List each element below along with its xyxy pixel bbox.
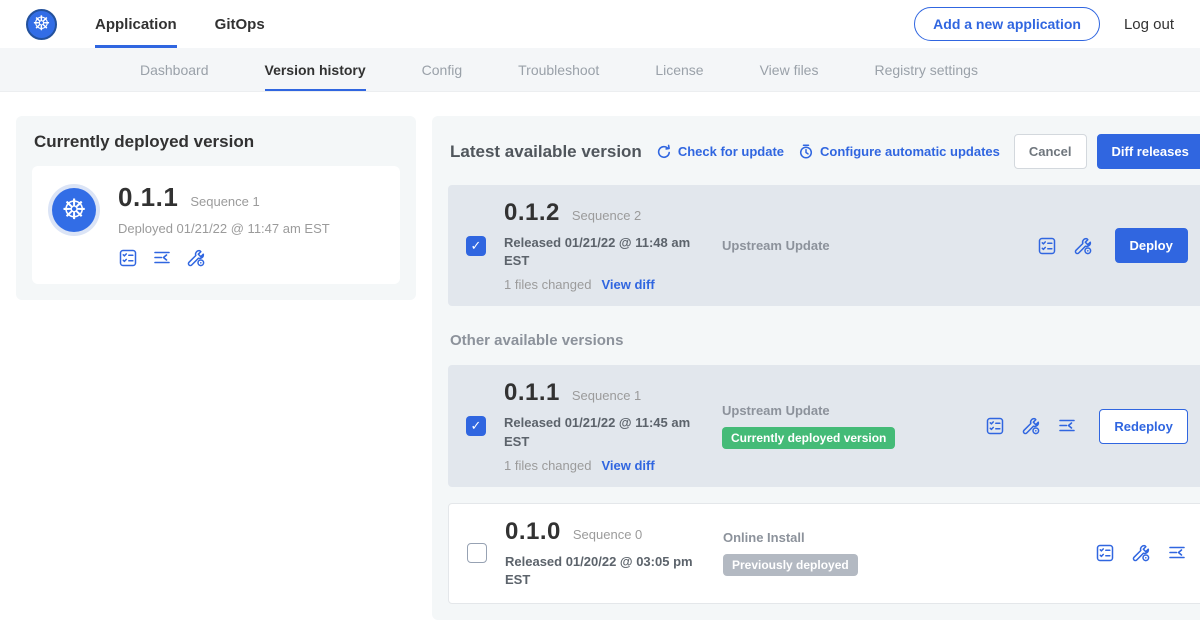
add-new-application-button[interactable]: Add a new application: [914, 7, 1100, 41]
view-diff-link[interactable]: View diff: [601, 277, 654, 292]
version-source: Upstream Update: [722, 238, 940, 253]
config-icon[interactable]: [1131, 543, 1151, 563]
release-notes-icon[interactable]: [1095, 543, 1115, 563]
top-tab-application[interactable]: Application: [95, 0, 177, 48]
previously-deployed-badge: Previously deployed: [723, 554, 858, 576]
version-info: 0.1.2 Sequence 2 Released 01/21/22 @ 11:…: [504, 199, 722, 292]
version-number: 0.1.1: [504, 379, 560, 407]
deployed-version-tile: 0.1.1 Sequence 1 Deployed 01/21/22 @ 11:…: [32, 166, 400, 284]
deployed-version-details: 0.1.1 Sequence 1 Deployed 01/21/22 @ 11:…: [118, 182, 330, 268]
release-notes-icon[interactable]: [118, 248, 138, 268]
version-info: 0.1.0 Sequence 0 Released 01/20/22 @ 03:…: [505, 518, 723, 589]
released-timestamp: Released 01/21/22 @ 11:45 am EST: [504, 414, 704, 450]
refresh-icon: [656, 144, 672, 160]
release-notes-icon[interactable]: [985, 416, 1005, 436]
config-icon[interactable]: [186, 248, 206, 268]
deployed-sequence-label: Sequence 1: [190, 194, 259, 209]
tab-version-history[interactable]: Version history: [265, 48, 366, 91]
logs-icon[interactable]: [1167, 543, 1187, 563]
version-select-checkbox[interactable]: [466, 416, 486, 436]
files-changed-label: 1 files changed: [504, 458, 591, 473]
currently-deployed-badge: Currently deployed version: [722, 427, 895, 449]
deployed-version-number: 0.1.1: [118, 182, 178, 213]
configure-automatic-updates-label: Configure automatic updates: [820, 144, 1000, 159]
tab-registry-settings[interactable]: Registry settings: [874, 48, 977, 91]
app-logo-icon: [52, 188, 96, 232]
sequence-label: Sequence 0: [573, 527, 642, 542]
release-notes-icon[interactable]: [1037, 236, 1057, 256]
version-actions: Deploy: [1037, 228, 1188, 263]
source-label: Upstream Update: [722, 403, 940, 418]
logout-link[interactable]: Log out: [1124, 16, 1174, 33]
cancel-button[interactable]: Cancel: [1014, 134, 1087, 169]
version-source: Online Install Previously deployed: [723, 530, 941, 576]
latest-version-header: Latest available version Check for updat…: [448, 132, 1200, 169]
check-for-update-label: Check for update: [678, 144, 784, 159]
tab-view-files[interactable]: View files: [760, 48, 819, 91]
topnav-right: Add a new application Log out: [914, 7, 1174, 41]
sequence-label: Sequence 2: [572, 208, 641, 223]
files-changed-label: 1 files changed: [504, 277, 591, 292]
source-label: Upstream Update: [722, 238, 940, 253]
view-diff-link[interactable]: View diff: [601, 458, 654, 473]
version-actions: Redeploy: [985, 409, 1188, 444]
app-subnav: Dashboard Version history Config Trouble…: [0, 48, 1200, 92]
version-source: Upstream Update Currently deployed versi…: [722, 403, 940, 449]
redeploy-button[interactable]: Redeploy: [1099, 409, 1188, 444]
sequence-label: Sequence 1: [572, 388, 641, 403]
latest-version-title: Latest available version: [450, 142, 642, 162]
logs-icon[interactable]: [152, 248, 172, 268]
kubernetes-logo-icon: [26, 9, 57, 40]
released-timestamp: Released 01/20/22 @ 03:05 pm EST: [505, 553, 705, 589]
version-select-checkbox[interactable]: [467, 543, 487, 563]
version-row: 0.1.2 Sequence 2 Released 01/21/22 @ 11:…: [448, 185, 1200, 306]
latest-version-panel: Latest available version Check for updat…: [432, 116, 1200, 620]
configure-automatic-updates-link[interactable]: Configure automatic updates: [798, 144, 1000, 160]
top-navbar: Application GitOps Add a new application…: [0, 0, 1200, 48]
main-content: Currently deployed version 0.1.1 Sequenc…: [0, 92, 1200, 636]
deployed-actions: [118, 248, 330, 268]
config-icon[interactable]: [1021, 416, 1041, 436]
released-timestamp: Released 01/21/22 @ 11:48 am EST: [504, 234, 704, 270]
schedule-clock-icon: [798, 144, 814, 160]
config-icon[interactable]: [1073, 236, 1093, 256]
top-tab-gitops[interactable]: GitOps: [215, 0, 265, 48]
version-number: 0.1.2: [504, 199, 560, 227]
currently-deployed-card: Currently deployed version 0.1.1 Sequenc…: [16, 116, 416, 300]
deployed-timestamp: Deployed 01/21/22 @ 11:47 am EST: [118, 221, 330, 236]
check-for-update-link[interactable]: Check for update: [656, 144, 784, 160]
tab-license[interactable]: License: [655, 48, 703, 91]
version-row: 0.1.1 Sequence 1 Released 01/21/22 @ 11:…: [448, 365, 1200, 486]
currently-deployed-title: Currently deployed version: [34, 132, 398, 152]
version-row: 0.1.0 Sequence 0 Released 01/20/22 @ 03:…: [448, 503, 1200, 604]
tab-config[interactable]: Config: [422, 48, 462, 91]
tab-dashboard[interactable]: Dashboard: [140, 48, 209, 91]
version-select-checkbox[interactable]: [466, 236, 486, 256]
logs-icon[interactable]: [1057, 416, 1077, 436]
source-label: Online Install: [723, 530, 941, 545]
diff-controls: Cancel Diff releases: [1014, 134, 1200, 169]
version-info: 0.1.1 Sequence 1 Released 01/21/22 @ 11:…: [504, 379, 722, 472]
other-versions-heading: Other available versions: [450, 332, 1200, 349]
diff-releases-button[interactable]: Diff releases: [1097, 134, 1200, 169]
version-actions: [1095, 543, 1187, 563]
version-number: 0.1.0: [505, 518, 561, 546]
deploy-button[interactable]: Deploy: [1115, 228, 1188, 263]
tab-troubleshoot[interactable]: Troubleshoot: [518, 48, 599, 91]
